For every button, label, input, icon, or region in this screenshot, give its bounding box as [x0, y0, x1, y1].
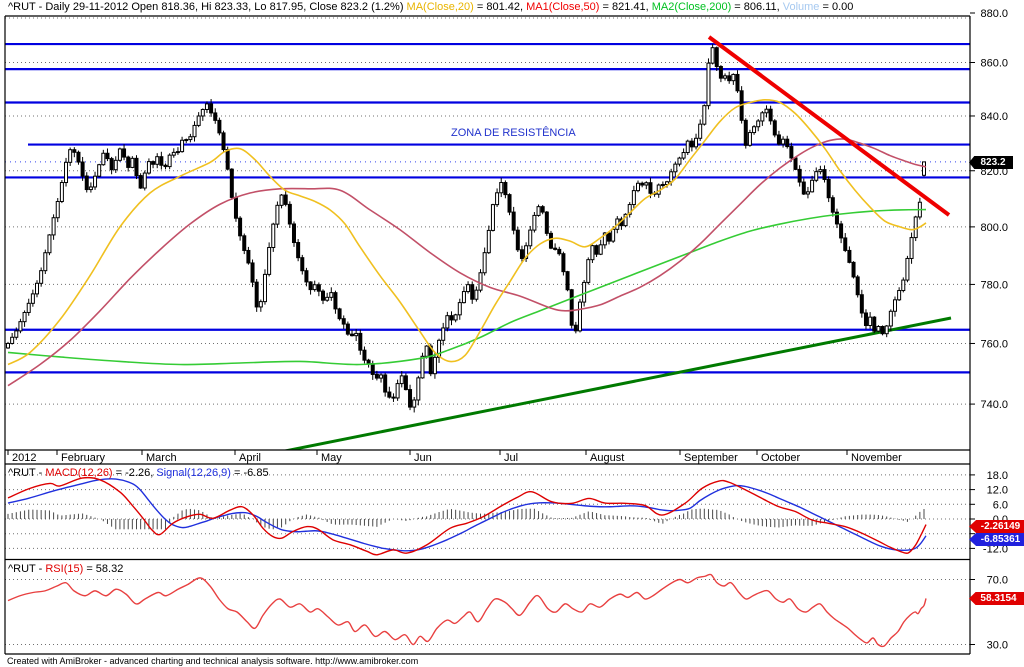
svg-text:70.0: 70.0	[987, 575, 1008, 587]
svg-text:860.0: 860.0	[980, 57, 1008, 69]
svg-text:780.0: 780.0	[980, 279, 1008, 291]
amibroker-chart-window: 880.0 860.0 840.0 820.0 800.0 780.0 760.0 740.0…	[0, 0, 1024, 667]
rsi-label: RSI(15)	[45, 563, 84, 575]
rsi-line	[7, 573, 927, 648]
rsi-panel-title: ^RUT - RSI(15) = 58.32	[8, 563, 123, 575]
macd-panel-title: ^RUT - MACD(12,26) = -2.26, Signal(12,26…	[8, 467, 269, 479]
ma200-legend-label: MA2(Close,200)	[651, 1, 732, 13]
signal-value: = -6.85	[230, 467, 269, 479]
svg-text:Jun: Jun	[414, 452, 432, 464]
rsi-value: = 58.32	[83, 563, 124, 575]
green-uptrend-line	[282, 316, 952, 450]
amibroker-footer-text: Created with AmiBroker - advanced charti…	[7, 656, 419, 666]
ma20-legend-value: = 801.42,	[473, 1, 527, 13]
macd-value-tag: -2.26149	[969, 520, 1024, 533]
svg-text:840.0: 840.0	[980, 111, 1008, 123]
ma50-legend-label: MA1(Close,50)	[526, 1, 600, 13]
svg-text:12.0: 12.0	[987, 485, 1008, 497]
rsi-title-prefix: ^RUT -	[8, 563, 46, 575]
svg-text:August: August	[590, 452, 624, 464]
chart-canvas[interactable]: 880.0860.0840.0820.0800.0780.0760.0740.0…	[0, 0, 1024, 667]
volume-legend-value: = 0.00	[819, 1, 854, 13]
svg-text:April: April	[239, 452, 261, 464]
macd-label: MACD(12,26)	[45, 467, 113, 479]
last-price-tag: 823.2	[969, 156, 1013, 169]
main-price-panel	[5, 17, 970, 450]
svg-text:May: May	[321, 452, 342, 464]
chart-title: ^RUT - Daily 29-11-2012 Open 818.36, Hi …	[8, 1, 853, 14]
ma50-legend-value: = 821.41,	[599, 1, 652, 13]
svg-text:740.0: 740.0	[980, 399, 1008, 411]
candlestick-series	[6, 43, 927, 413]
svg-text:6.0: 6.0	[993, 499, 1008, 511]
rsi-panel	[5, 573, 970, 648]
svg-text:30.0: 30.0	[987, 640, 1008, 652]
svg-text:18.0: 18.0	[987, 470, 1008, 482]
ma200-legend-value: = 806.11,	[731, 1, 783, 13]
volume-legend-label: Volume	[782, 1, 820, 13]
svg-text:November: November	[851, 452, 902, 464]
svg-text:880.0: 880.0	[980, 8, 1008, 20]
svg-text:Jul: Jul	[504, 452, 518, 464]
macd-title-prefix: ^RUT -	[8, 467, 46, 479]
svg-text:February: February	[61, 452, 106, 464]
ma20-legend-label: MA(Close,20)	[406, 1, 474, 13]
macd-panel	[5, 474, 970, 556]
resistance-zone-annotation: ZONA DE RESISTÊNCIA	[451, 127, 576, 139]
svg-text:September: September	[684, 452, 738, 464]
signal-value-tag: -6.85361	[969, 533, 1024, 546]
title-ohlc-text: ^RUT - Daily 29-11-2012 Open 818.36, Hi …	[8, 1, 407, 13]
svg-text:760.0: 760.0	[980, 338, 1008, 350]
svg-text:October: October	[761, 452, 800, 464]
svg-text:800.0: 800.0	[980, 222, 1008, 234]
rsi-value-tag: 58.3154	[969, 592, 1024, 605]
svg-text:2012: 2012	[12, 452, 36, 464]
signal-label: Signal(12,26,9)	[156, 467, 231, 479]
svg-text:March: March	[146, 452, 177, 464]
axes: 880.0860.0840.0820.0800.0780.0760.0740.0…	[4, 8, 1008, 655]
macd-value: = -2.26,	[112, 467, 157, 479]
